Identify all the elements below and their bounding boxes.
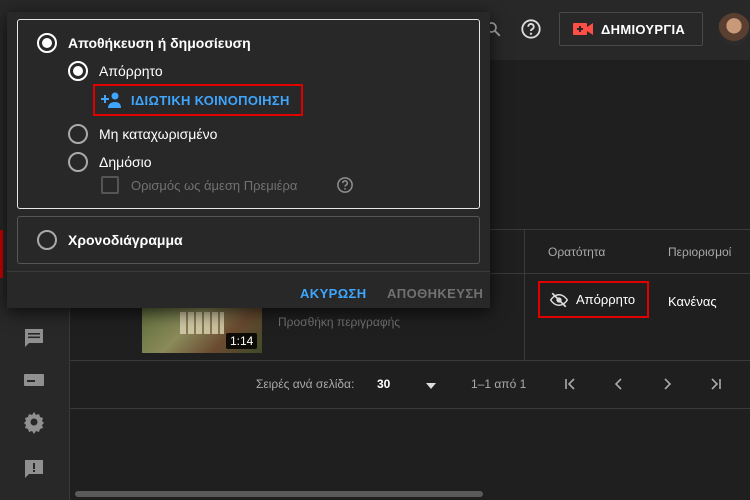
- visibility-dialog: Αποθήκευση ή δημοσίευση Απόρρητο ΙΔΙΩΤΙΚ…: [7, 12, 490, 308]
- private-share-label: ΙΔΙΩΤΙΚΗ ΚΟΙΝΟΠΟΙΗΣΗ: [131, 92, 290, 108]
- comments-icon[interactable]: [22, 326, 46, 350]
- sidebar-active-indicator: [0, 230, 3, 278]
- save-button[interactable]: ΑΠΟΘΗΚΕΥΣΗ: [387, 286, 483, 301]
- premiere-help-icon[interactable]: [336, 176, 354, 194]
- column-header-visibility[interactable]: Ορατότητα: [548, 245, 605, 259]
- pagination-divider: [70, 408, 750, 409]
- thumbnail-detail: [180, 312, 224, 334]
- subtitles-icon[interactable]: [22, 374, 46, 386]
- avatar[interactable]: [718, 13, 750, 45]
- pagination-range: 1–1 από 1: [471, 377, 527, 391]
- option-save-or-publish[interactable]: Αποθήκευση ή δημοσίευση: [68, 35, 251, 51]
- settings-icon[interactable]: [22, 410, 46, 434]
- restrictions-value: Κανένας: [668, 294, 717, 309]
- option-public[interactable]: Δημόσιο: [99, 154, 152, 170]
- table-row-divider: [70, 360, 750, 361]
- first-page-icon[interactable]: [564, 377, 578, 391]
- option-schedule[interactable]: Χρονοδιάγραμμα: [68, 232, 183, 248]
- create-button-label: ΔΗΜΙΟΥΡΓΙΑ: [601, 21, 686, 37]
- help-icon[interactable]: [520, 18, 542, 40]
- visibility-dropdown[interactable]: Απόρρητο: [538, 281, 649, 318]
- radio-public[interactable]: [68, 152, 88, 172]
- radio-schedule[interactable]: [37, 230, 57, 250]
- private-share-button[interactable]: ΙΔΙΩΤΙΚΗ ΚΟΙΝΟΠΟΙΗΣΗ: [93, 84, 303, 116]
- cancel-button[interactable]: ΑΚΥΡΩΣΗ: [300, 286, 367, 301]
- premiere-checkbox[interactable]: [101, 176, 119, 194]
- previous-page-icon[interactable]: [612, 377, 626, 391]
- table-header-divider: [480, 273, 750, 274]
- eye-off-icon: [550, 292, 568, 307]
- add-person-icon: [101, 92, 121, 108]
- dialog-footer-divider: [7, 271, 490, 272]
- radio-unlisted[interactable]: [68, 124, 88, 144]
- radio-save-or-publish[interactable]: [37, 33, 57, 53]
- horizontal-scrollbar[interactable]: [75, 491, 483, 497]
- rows-per-page-label: Σειρές ανά σελίδα:: [256, 377, 355, 391]
- feedback-icon[interactable]: [22, 457, 46, 481]
- video-duration: 1:14: [226, 333, 258, 349]
- premiere-label: Ορισμός ως άμεση Πρεμιέρα: [131, 178, 298, 193]
- rows-per-page-value[interactable]: 30: [377, 377, 390, 391]
- last-page-icon[interactable]: [708, 377, 722, 391]
- option-private[interactable]: Απόρρητο: [99, 63, 163, 79]
- next-page-icon[interactable]: [660, 377, 674, 391]
- visibility-value: Απόρρητο: [576, 292, 636, 307]
- column-divider: [524, 229, 525, 360]
- table-top-divider: [480, 229, 750, 230]
- video-camera-add-icon: [573, 23, 593, 35]
- radio-private[interactable]: [68, 61, 88, 81]
- column-header-restrictions[interactable]: Περιορισμοί: [668, 245, 731, 259]
- create-button[interactable]: ΔΗΜΙΟΥΡΓΙΑ: [559, 12, 703, 46]
- add-description-link[interactable]: Προσθήκη περιγραφής: [278, 315, 400, 329]
- rows-per-page-dropdown-icon[interactable]: [424, 379, 438, 393]
- option-unlisted[interactable]: Μη καταχωρισμένο: [99, 126, 217, 142]
